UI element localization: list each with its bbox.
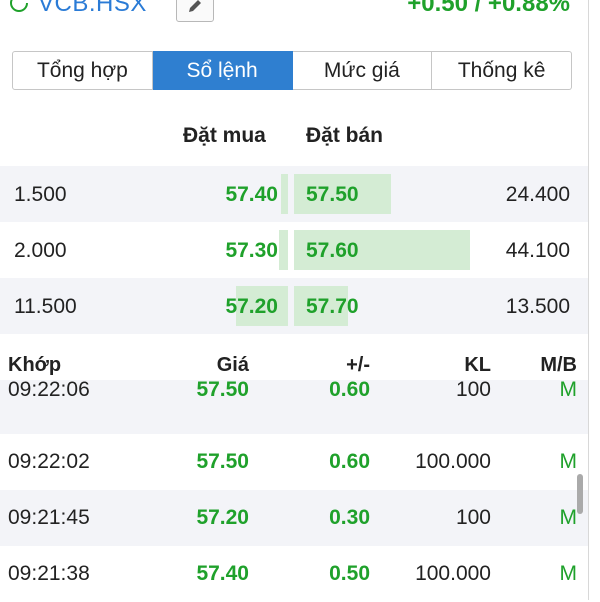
bid-quantity: 1.500 — [14, 183, 67, 206]
symbol-header: VCB.HSX +0.50 / +0.88% — [0, 0, 600, 30]
refresh-icon[interactable] — [8, 0, 30, 14]
col-volume: KL — [464, 354, 491, 376]
orderbook-row: 1.500 57.40 57.50 24.400 — [0, 166, 588, 222]
bid-quantity: 11.500 — [14, 295, 77, 318]
orderbook-row: 2.000 57.30 57.60 44.100 — [0, 222, 588, 278]
trade-time: 09:21:45 — [8, 506, 90, 529]
edit-button[interactable] — [176, 0, 214, 22]
bid-price[interactable]: 57.30 — [225, 239, 278, 263]
trade-volume: 100 — [455, 378, 491, 401]
price-change: +0.50 / +0.88% — [407, 0, 570, 17]
orderbook-row: 11.500 57.20 57.70 13.500 — [0, 278, 588, 334]
trade-time: 09:22:06 — [8, 378, 90, 401]
ask-quantity: 24.400 — [505, 183, 570, 206]
tab-bar: Tổng hợp Sổ lệnh Mức giá Thống kê — [12, 51, 572, 90]
trade-price: 57.40 — [196, 562, 249, 585]
trade-time: 09:21:38 — [8, 562, 90, 585]
tab-so-lenh[interactable]: Sổ lệnh — [152, 51, 293, 90]
bid-volume-bar — [279, 230, 288, 270]
tab-tong-hop[interactable]: Tổng hợp — [12, 51, 153, 90]
trade-volume: 100 — [455, 506, 491, 529]
trade-change: 0.50 — [329, 562, 370, 585]
trade-side: M — [559, 378, 578, 401]
trade-price: 57.20 — [196, 506, 249, 529]
bid-price[interactable]: 57.20 — [225, 295, 278, 319]
trade-side: M — [559, 450, 578, 473]
col-price: Giá — [216, 354, 249, 376]
col-time: Khớp — [8, 354, 62, 376]
table-row: 09:21:45 57.20 0.30 100 M — [0, 490, 588, 546]
ask-quantity: 13.500 — [505, 295, 570, 318]
scrollbar-thumb[interactable] — [577, 474, 583, 514]
tab-thong-ke[interactable]: Thống kê — [432, 51, 572, 90]
trade-change: 0.60 — [329, 378, 370, 401]
tab-muc-gia[interactable]: Mức giá — [292, 51, 433, 90]
trade-change: 0.60 — [329, 450, 370, 473]
trade-volume: 100.000 — [415, 450, 491, 473]
table-row: 09:22:06 57.50 0.60 100 M — [0, 378, 588, 434]
trade-price: 57.50 — [196, 378, 249, 401]
bid-header: Đặt mua — [183, 124, 266, 147]
bid-price[interactable]: 57.40 — [225, 183, 278, 207]
col-change: +/- — [346, 354, 370, 376]
pencil-icon — [189, 0, 201, 12]
ask-price[interactable]: 57.70 — [306, 295, 359, 319]
trade-side: M — [559, 506, 578, 529]
trade-side: M — [559, 562, 578, 585]
stock-symbol[interactable]: VCB.HSX — [38, 0, 147, 18]
panel-border — [588, 0, 589, 600]
ask-quantity: 44.100 — [505, 239, 570, 262]
table-row: 09:21:38 57.40 0.50 100.000 M — [0, 546, 588, 602]
ask-header: Đặt bán — [306, 124, 384, 147]
trade-volume: 100.000 — [415, 562, 491, 585]
trade-time: 09:22:02 — [8, 450, 90, 473]
ask-price[interactable]: 57.60 — [306, 239, 359, 263]
trade-price: 57.50 — [196, 450, 249, 473]
table-row: 09:22:02 57.50 0.60 100.000 M — [0, 434, 588, 490]
bid-quantity: 2.000 — [14, 239, 67, 262]
bid-volume-bar — [281, 174, 288, 214]
ask-price[interactable]: 57.50 — [306, 183, 359, 207]
col-side: M/B — [540, 354, 577, 376]
trade-change: 0.30 — [329, 506, 370, 529]
